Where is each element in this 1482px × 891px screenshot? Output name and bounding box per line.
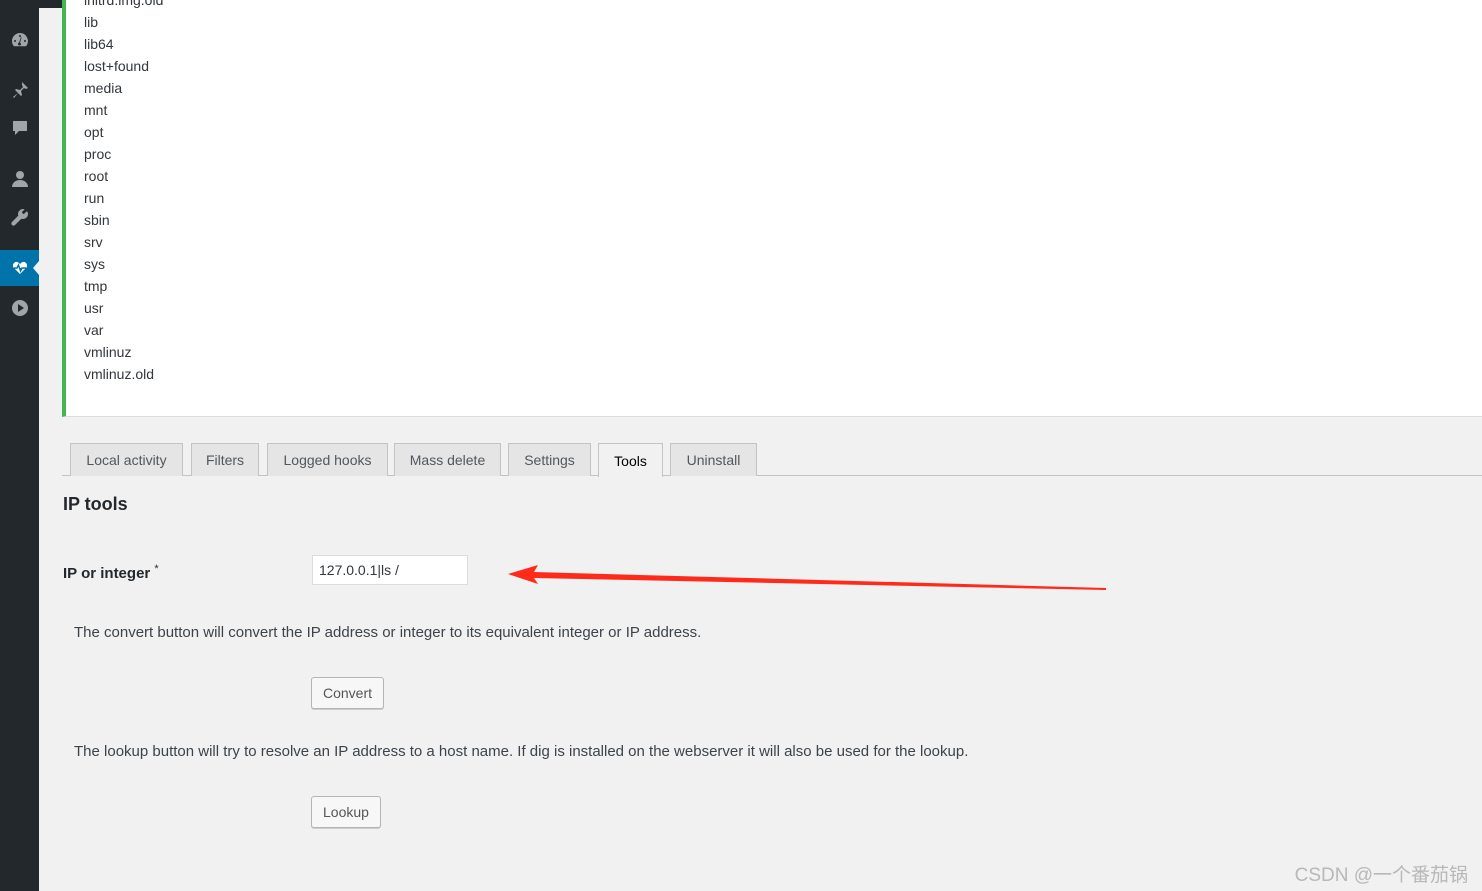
sidebar-item-tools[interactable]	[0, 200, 39, 236]
output-line: usr	[84, 300, 104, 316]
section-heading: IP tools	[63, 494, 128, 514]
red-arrow-annotation	[508, 565, 1106, 590]
output-line: root	[84, 168, 109, 184]
command-output-box: initrd.img.old lib lib64 lost+found medi…	[62, 0, 1482, 417]
comment-icon	[12, 121, 27, 135]
output-line: lib64	[84, 36, 114, 52]
wrench-icon	[10, 209, 28, 226]
output-line: sbin	[84, 212, 110, 228]
output-line: proc	[84, 146, 112, 162]
ip-input[interactable]	[312, 555, 468, 585]
output-list: initrd.img.old lib lib64 lost+found medi…	[84, 0, 163, 385]
output-line: vmlinuz.old	[84, 366, 155, 382]
output-line: srv	[84, 234, 103, 250]
csdn-watermark: CSDN @一个番茄锅	[1294, 865, 1468, 886]
output-line: initrd.img.old	[84, 0, 164, 8]
output-line: tmp	[84, 278, 108, 294]
user-icon	[11, 171, 28, 187]
admin-sidebar	[0, 0, 39, 891]
sidebar-item-dashboard[interactable]	[0, 22, 39, 58]
dashboard-icon	[11, 33, 28, 47]
lookup-help-text: The lookup button will try to resolve an…	[74, 743, 969, 760]
tab-local-activity[interactable]: Local activity	[70, 443, 183, 476]
play-icon	[11, 300, 28, 316]
sidebar-item-users[interactable]	[0, 161, 39, 197]
convert-button[interactable]: Convert	[311, 677, 385, 709]
output-line: sys	[84, 256, 105, 272]
lookup-button[interactable]: Lookup	[311, 796, 381, 828]
output-line: vmlinuz	[84, 344, 132, 360]
output-line: lib	[84, 14, 99, 30]
sidebar-item-comments[interactable]	[0, 110, 39, 146]
output-line: opt	[84, 124, 104, 140]
tab-tools[interactable]: Tools	[598, 443, 663, 477]
tab-settings[interactable]: Settings	[508, 443, 591, 476]
tab-filters[interactable]: Filters	[191, 443, 259, 476]
output-line: run	[84, 190, 105, 206]
tab-logged-hooks[interactable]: Logged hooks	[267, 443, 388, 476]
tab-uninstall[interactable]: Uninstall	[670, 443, 757, 476]
required-mark: *	[154, 563, 159, 575]
heartbeat-icon	[11, 260, 28, 276]
convert-help-text: The convert button will convert the IP a…	[74, 624, 702, 641]
output-line: mnt	[84, 102, 108, 118]
output-line: var	[84, 322, 104, 338]
ip-field-label: IP or integer *	[63, 563, 159, 582]
pin-icon	[12, 82, 28, 98]
sidebar-item-activity-log[interactable]	[0, 250, 39, 286]
output-line: lost+found	[84, 58, 149, 74]
sidebar-item-posts[interactable]	[0, 72, 39, 108]
output-line: media	[84, 80, 123, 96]
sidebar-item-media-player[interactable]	[0, 290, 39, 326]
tab-mass-delete[interactable]: Mass delete	[394, 443, 501, 476]
ip-field-label-text: IP or integer	[63, 565, 151, 582]
plugin-tabs: Local activity Filters Logged hooks Mass…	[62, 443, 1482, 477]
